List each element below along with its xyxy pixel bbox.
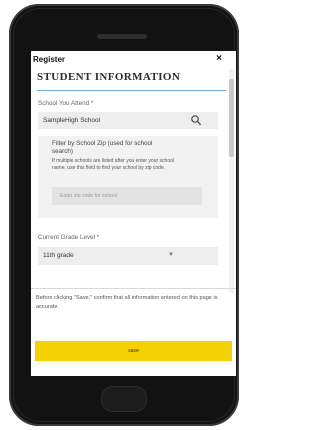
zip-filter-panel: Filter by School Zip (used for school se… (38, 136, 218, 218)
grade-select[interactable]: 11th grade ▼ (38, 247, 218, 265)
accuracy-notice: Before clicking "Save," confirm that all… (36, 295, 218, 310)
zip-filter-help: If multiple schools are listed after you… (52, 158, 175, 171)
phone-screen: Register × STUDENT INFORMATION School Yo… (31, 51, 236, 376)
school-input-value: SampleHigh School (43, 117, 101, 124)
school-label: School You Attend * (38, 100, 94, 107)
save-button[interactable]: save (35, 341, 232, 361)
zip-code-placeholder: Enter zip code for school (60, 193, 118, 199)
chevron-down-icon: ▼ (168, 252, 174, 258)
grade-select-value: 11th grade (43, 252, 74, 259)
title-underline (37, 90, 226, 91)
close-icon[interactable]: × (216, 54, 222, 64)
grade-label: Current Grade Level * (38, 234, 100, 241)
modal-title: Register (33, 55, 66, 64)
zip-filter-title: Filter by School Zip (used for school se… (52, 140, 153, 155)
scrollbar-thumb[interactable] (229, 79, 234, 157)
modal-header: Register × (31, 51, 236, 67)
school-input[interactable]: SampleHigh School (38, 112, 218, 129)
divider (31, 288, 236, 289)
zip-code-input[interactable]: Enter zip code for school (52, 187, 202, 205)
phone-home-button (101, 386, 147, 412)
save-button-label: save (128, 348, 139, 354)
section-title: STUDENT INFORMATION (37, 71, 181, 83)
phone-earpiece (97, 34, 147, 39)
search-icon[interactable] (190, 114, 202, 126)
